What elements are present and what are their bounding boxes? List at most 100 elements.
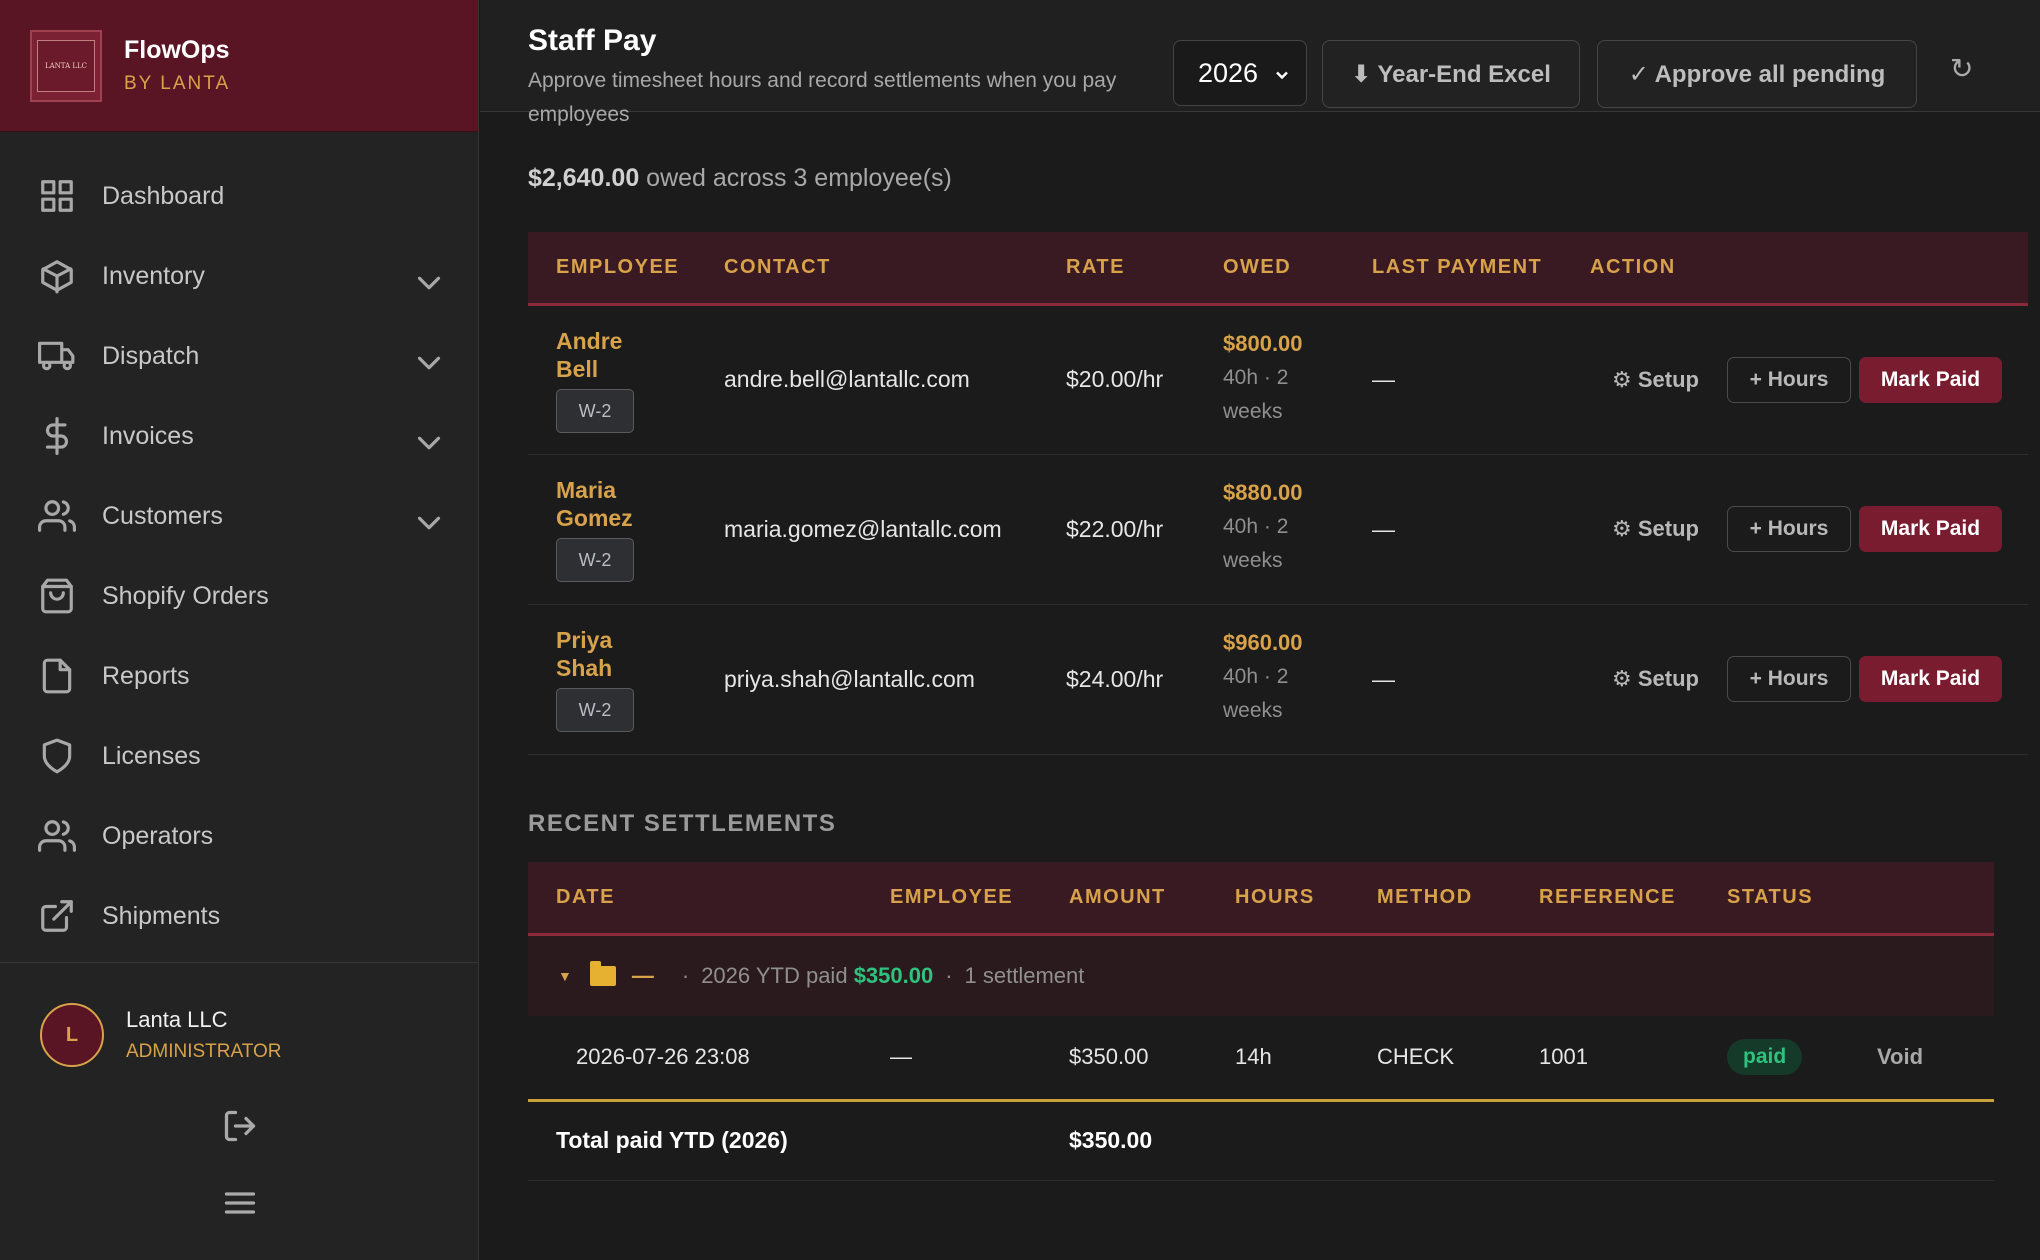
settlement-method: CHECK — [1349, 1016, 1511, 1102]
settlement-employee: — — [862, 1016, 1041, 1102]
logout-button[interactable] — [222, 1108, 258, 1144]
shopping-bag-icon — [41, 578, 73, 614]
settlement-amount: $350.00 — [1041, 1016, 1207, 1102]
sidebar-item-label: Dispatch — [102, 341, 200, 370]
brand-logo: LANTA LLC — [30, 29, 102, 102]
owed-amount: $880.00 — [1223, 480, 1303, 505]
void-button[interactable]: Void — [1877, 1044, 1923, 1069]
chevron-down-icon[interactable] — [410, 504, 448, 542]
add-hours-button[interactable]: + Hours — [1727, 506, 1851, 552]
sidebar-item-label: Dashboard — [102, 181, 225, 210]
settlement-date: 2026-07-26 23:08 — [528, 1016, 862, 1102]
sidebar-item-licenses[interactable]: Licenses — [0, 716, 478, 796]
owed-amount: $960.00 — [1223, 630, 1303, 655]
add-hours-button[interactable]: + Hours — [1727, 356, 1851, 403]
owed-summary: $2,640.00 owed across 3 employee(s) — [528, 164, 952, 193]
sidebar-item-shipments[interactable]: Shipments — [0, 876, 478, 956]
column-header: EMPLOYEE — [862, 862, 1041, 936]
folder-icon — [589, 960, 616, 986]
column-header: CONTACT — [696, 232, 1038, 306]
chevron-down-icon — [1276, 71, 1288, 80]
column-header: METHOD — [1349, 862, 1511, 936]
column-header: STATUS — [1699, 862, 1849, 936]
employee-first-name[interactable]: Maria — [556, 476, 696, 504]
sidebar-item-invoices[interactable]: Invoices — [0, 396, 478, 476]
employee-email: priya.shah@lantallc.com — [696, 604, 1038, 755]
mark-paid-button[interactable]: Mark Paid — [1859, 656, 2002, 702]
group-ytd-label: 2026 YTD paid — [701, 962, 848, 988]
users-icon — [38, 820, 76, 852]
employee-type-badge: W-2 — [556, 388, 634, 433]
brand-header[interactable]: LANTA LLC FlowOps BY LANTA — [0, 0, 478, 132]
sidebar-item-customers[interactable]: Customers — [0, 476, 478, 556]
setup-button[interactable]: ⚙ Setup — [1612, 666, 1699, 692]
box-icon — [41, 260, 73, 294]
settlement-group-row[interactable]: ▼ — · 2026 YTD paid $350.00 · 1 settleme… — [528, 934, 1994, 1016]
column-header: EMPLOYEE — [528, 232, 696, 306]
sidebar-item-dashboard[interactable]: Dashboard — [0, 156, 478, 236]
document-icon — [42, 658, 72, 694]
owed-total: $2,640.00 — [528, 164, 640, 192]
avatar: L — [40, 1003, 104, 1067]
table-row: Priya Shah W-2 priya.shah@lantallc.com $… — [528, 604, 2028, 755]
group-name: — — [631, 962, 654, 988]
employee-email: maria.gomez@lantallc.com — [696, 454, 1038, 605]
truck-icon — [38, 341, 75, 371]
chevron-down-icon[interactable] — [410, 264, 448, 302]
sidebar-item-label: Licenses — [102, 741, 201, 770]
year-end-excel-button[interactable]: ⬇ Year-End Excel — [1322, 40, 1580, 108]
year-select[interactable]: 2026 — [1173, 40, 1307, 106]
employee-first-name[interactable]: Priya — [556, 626, 696, 654]
approve-all-pending-button[interactable]: ✓ Approve all pending — [1597, 40, 1917, 108]
menu-button[interactable] — [222, 1185, 258, 1221]
sidebar-item-label: Customers — [102, 501, 223, 530]
employee-first-name[interactable]: Andre — [556, 327, 696, 355]
sidebar-item-shopify-orders[interactable]: Shopify Orders — [0, 556, 478, 636]
setup-button[interactable]: ⚙ Setup — [1612, 367, 1699, 393]
employee-email: andre.bell@lantallc.com — [696, 304, 1038, 455]
sidebar-item-reports[interactable]: Reports — [0, 636, 478, 716]
sidebar-item-dispatch[interactable]: Dispatch — [0, 316, 478, 396]
total-amount: $350.00 — [1041, 1100, 1207, 1181]
owed-detail: 40h · 2 weeks — [1223, 665, 1289, 722]
user-profile[interactable]: L Lanta LLC ADMINISTRATOR — [0, 1003, 479, 1067]
employee-last-name[interactable]: Shah — [556, 654, 696, 682]
sidebar-item-label: Reports — [102, 661, 190, 690]
shield-icon — [42, 738, 72, 774]
users-icon — [38, 500, 76, 532]
mark-paid-button[interactable]: Mark Paid — [1859, 506, 2002, 552]
refresh-icon[interactable]: ↻ — [1950, 52, 1973, 85]
user-role: ADMINISTRATOR — [126, 1041, 282, 1062]
column-header: AMOUNT — [1041, 862, 1207, 936]
logo-text: LANTA LLC — [37, 39, 95, 92]
add-hours-button[interactable]: + Hours — [1727, 656, 1851, 702]
sidebar-item-label: Operators — [102, 821, 214, 850]
owed-amount: $800.00 — [1223, 330, 1303, 356]
table-row: 2026-07-26 23:08 — $350.00 14h CHECK 100… — [528, 1016, 1994, 1102]
setup-button[interactable]: ⚙ Setup — [1612, 516, 1699, 542]
chevron-down-icon[interactable] — [410, 344, 448, 382]
chevron-down-icon[interactable] — [410, 424, 448, 462]
last-payment: — — [1344, 304, 1562, 455]
status-badge: paid — [1727, 1039, 1803, 1076]
employee-last-name[interactable]: Bell — [556, 355, 696, 383]
sidebar-nav: Dashboard Inventory Dispatch Invoices Cu… — [0, 132, 478, 956]
column-header: RATE — [1038, 232, 1195, 306]
employee-last-name[interactable]: Gomez — [556, 504, 696, 532]
total-label: Total paid YTD (2026) — [528, 1100, 1041, 1181]
logout-icon — [224, 1110, 256, 1142]
caret-down-icon[interactable]: ▼ — [558, 968, 572, 984]
sidebar-item-label: Shopify Orders — [102, 581, 269, 610]
employee-rate: $22.00/hr — [1038, 454, 1195, 605]
column-header: REFERENCE — [1511, 862, 1699, 936]
main-content: Staff Pay Approve timesheet hours and re… — [480, 0, 2040, 1260]
sidebar-item-operators[interactable]: Operators — [0, 796, 478, 876]
mark-paid-button[interactable]: Mark Paid — [1859, 356, 2002, 403]
total-row: Total paid YTD (2026) $350.00 — [528, 1100, 1994, 1181]
employee-rate: $20.00/hr — [1038, 304, 1195, 455]
sidebar-item-inventory[interactable]: Inventory — [0, 236, 478, 316]
hamburger-icon — [224, 1192, 256, 1214]
owed-table: EMPLOYEE CONTACT RATE OWED LAST PAYMENT … — [528, 232, 2028, 755]
column-header-empty — [1849, 862, 1994, 936]
recent-settlements-title: RECENT SETTLEMENTS — [528, 810, 837, 837]
